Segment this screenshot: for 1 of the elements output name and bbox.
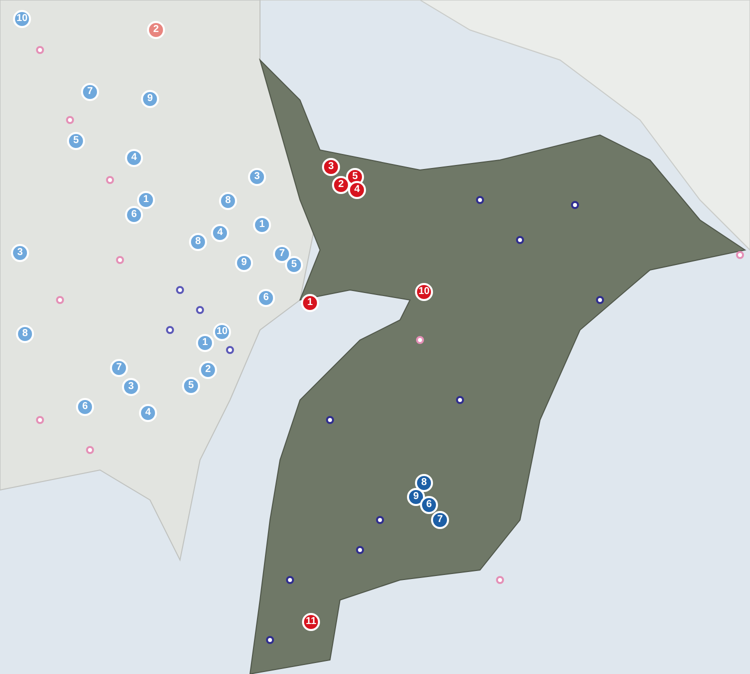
map-marker[interactable]: 1 [301, 294, 319, 312]
